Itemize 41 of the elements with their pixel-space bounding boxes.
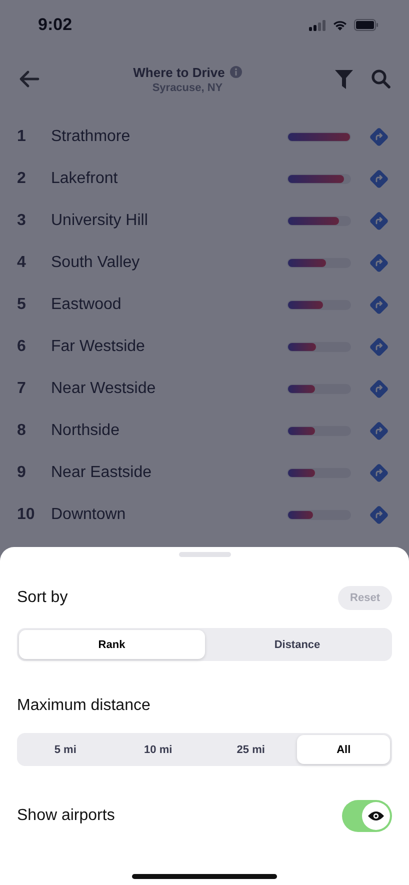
rank-number: 1	[17, 128, 27, 146]
sort-option[interactable]: Rank	[19, 630, 204, 659]
neighborhood-name[interactable]: Strathmore	[51, 128, 287, 146]
rank-number: 4	[17, 254, 27, 272]
rank-number: 5	[17, 296, 27, 314]
toggle-label: Show airports	[17, 807, 115, 825]
neighborhood-name[interactable]: Lakefront	[51, 170, 287, 188]
status-time: 9:02	[38, 15, 72, 35]
sort-option[interactable]: Distance	[204, 630, 390, 659]
neighborhood-name[interactable]: Downtown	[51, 506, 287, 524]
neighborhood-name[interactable]: University Hill	[51, 212, 287, 230]
neighborhood-name[interactable]: Northside	[51, 422, 287, 440]
section-title: Sort by	[17, 589, 68, 607]
neighborhood-name[interactable]: Near Eastside	[51, 464, 287, 482]
radius-choice[interactable]: 25 mi	[204, 735, 298, 764]
search-button[interactable]	[371, 69, 391, 89]
neighborhood-name[interactable]: Near Westside	[51, 380, 287, 398]
rank-number: 2	[17, 170, 27, 188]
radius-choice[interactable]: All	[297, 735, 390, 764]
airports-toggle[interactable]	[342, 800, 392, 832]
radius-choice[interactable]: 10 mi	[112, 735, 204, 764]
neighborhood-name[interactable]: Eastwood	[51, 296, 287, 314]
section-title: Maximum distance	[17, 697, 152, 715]
wifi-icon	[332, 19, 348, 31]
radius-choice[interactable]: 5 mi	[19, 735, 112, 764]
neighborhood-name[interactable]: Far Westside	[51, 338, 287, 356]
battery-icon	[354, 19, 379, 31]
rank-number: 6	[17, 338, 27, 356]
neighborhood-name[interactable]: South Valley	[51, 254, 287, 272]
eye-icon	[367, 810, 385, 822]
filter-button[interactable]	[335, 70, 353, 88]
sheet-handle[interactable]	[178, 552, 230, 557]
rank-number: 9	[17, 464, 27, 482]
rank-number: 3	[17, 212, 27, 230]
rank-number: 10	[17, 506, 36, 524]
back-button[interactable]	[18, 70, 40, 88]
signal-icon	[309, 20, 326, 30]
info-icon[interactable]	[230, 66, 242, 78]
rank-number: 7	[17, 380, 27, 398]
header-title: Where to Drive	[133, 64, 225, 80]
rank-number: 8	[17, 422, 27, 440]
